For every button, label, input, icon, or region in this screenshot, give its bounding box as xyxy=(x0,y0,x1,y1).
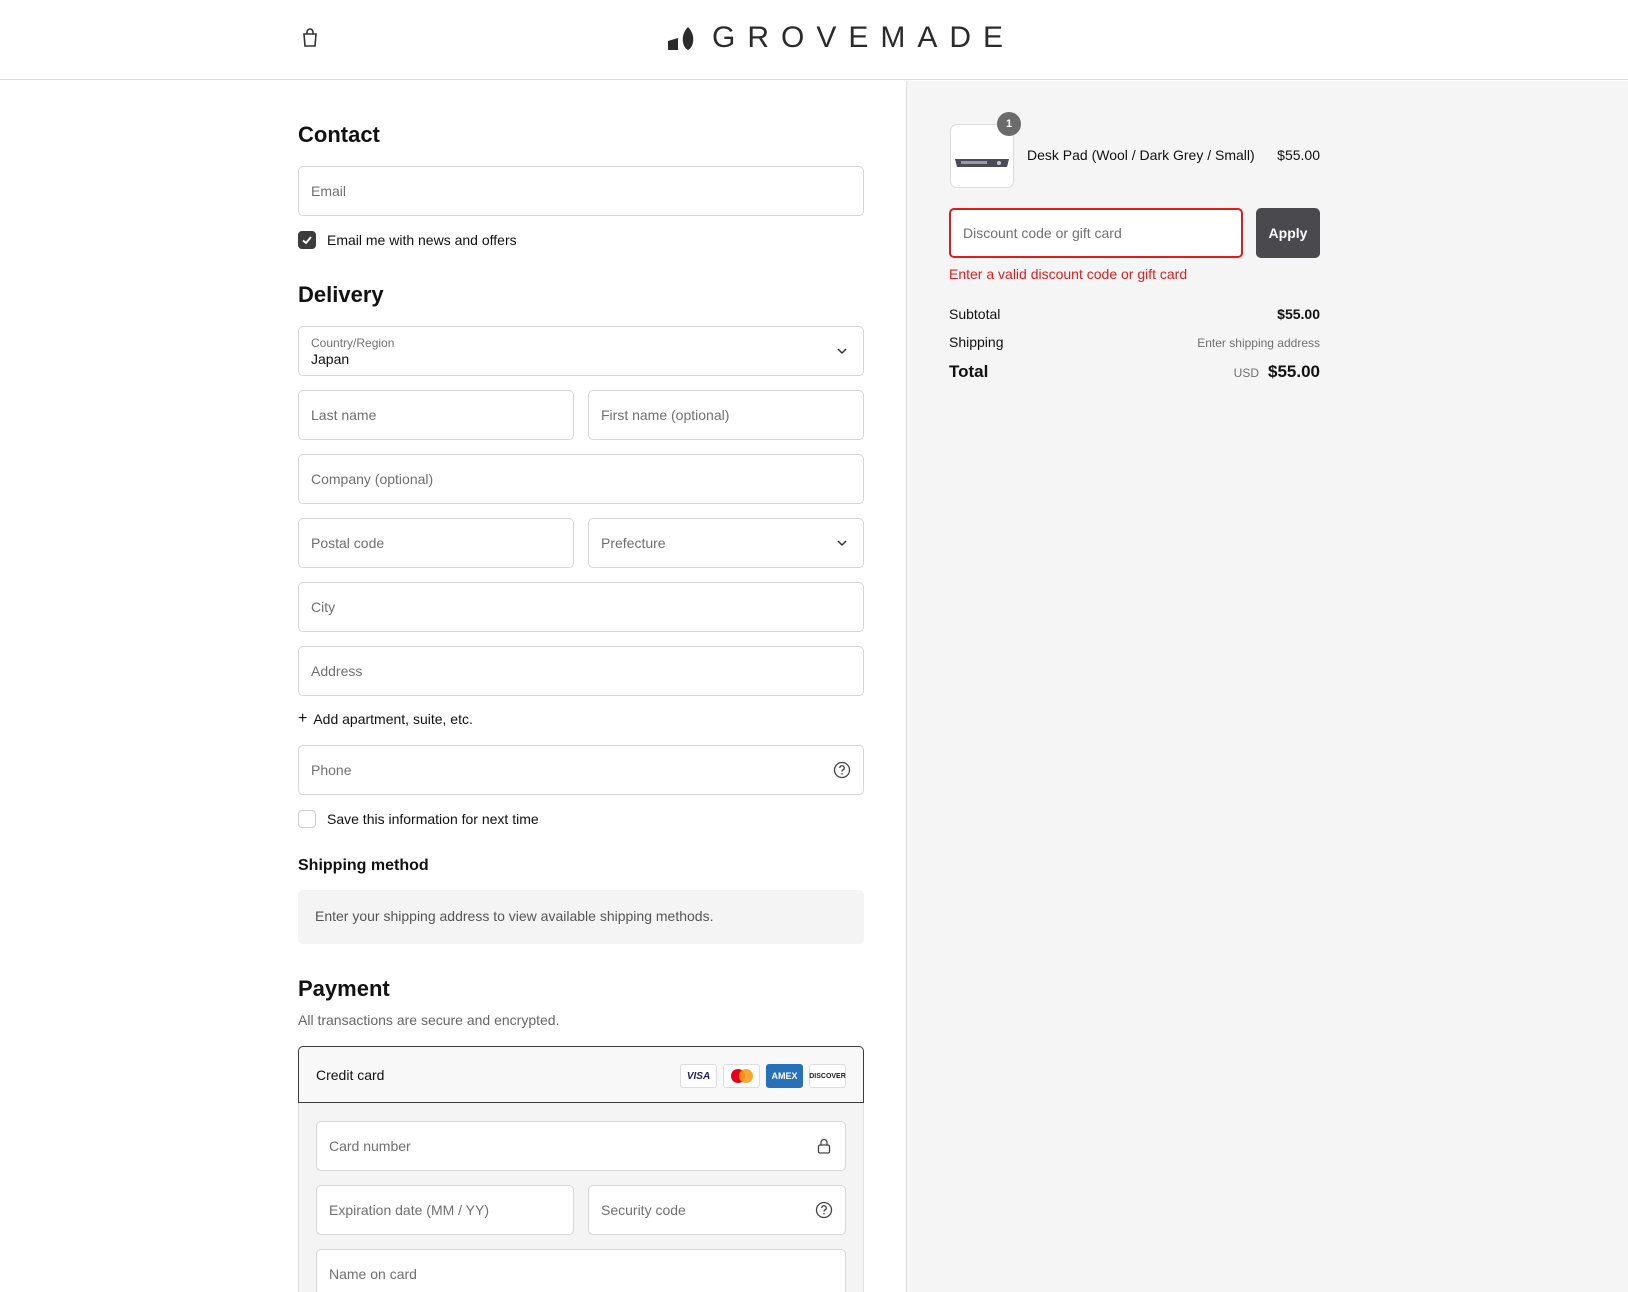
postal-code-field[interactable]: Postal code xyxy=(298,518,574,568)
total-row: Total USD $55.00 xyxy=(949,362,1320,382)
payment-subtitle: All transactions are secure and encrypte… xyxy=(298,1012,560,1028)
name-on-card-placeholder: Name on card xyxy=(329,1266,417,1282)
order-summary-panel xyxy=(906,81,1628,1292)
discover-icon: DISCOVER xyxy=(809,1064,846,1088)
total-label: Total xyxy=(949,362,989,381)
expiration-field[interactable]: Expiration date (MM / YY) xyxy=(316,1185,574,1235)
header: GROVEMADE xyxy=(0,0,1628,80)
delivery-title: Delivery xyxy=(298,282,384,307)
amex-icon: AMEX xyxy=(766,1064,803,1088)
postal-code-placeholder: Postal code xyxy=(311,535,385,551)
last-name-field[interactable]: Last name xyxy=(298,390,574,440)
shopping-bag-icon[interactable] xyxy=(298,26,322,50)
subtotal-value: $55.00 xyxy=(1277,306,1320,322)
brand-logo[interactable]: GROVEMADE xyxy=(666,20,1015,56)
prefecture-select[interactable]: Prefecture xyxy=(588,518,864,568)
card-brands: VISA AMEX DISCOVER xyxy=(680,1064,846,1088)
subtotal-label: Subtotal xyxy=(949,306,1001,322)
first-name-placeholder: First name (optional) xyxy=(601,407,730,423)
city-field[interactable]: City xyxy=(298,582,864,632)
chevron-down-icon xyxy=(833,534,851,552)
help-circle-icon[interactable] xyxy=(815,1201,833,1219)
add-apartment-link[interactable]: + Add apartment, suite, etc. xyxy=(298,710,473,728)
country-value: Japan xyxy=(311,351,350,367)
address-field[interactable]: Address xyxy=(298,646,864,696)
card-number-placeholder: Card number xyxy=(329,1138,411,1154)
credit-card-option[interactable]: Credit card VISA AMEX DISCOVER xyxy=(298,1046,864,1103)
company-placeholder: Company (optional) xyxy=(311,471,434,487)
visa-icon: VISA xyxy=(680,1064,717,1088)
mastercard-icon xyxy=(723,1064,760,1088)
shipping-label: Shipping xyxy=(949,334,1004,350)
shipping-row: Shipping Enter shipping address xyxy=(949,334,1320,350)
checkmark-icon xyxy=(302,236,312,245)
lock-icon xyxy=(815,1137,833,1155)
shipping-value: Enter shipping address xyxy=(1197,336,1320,350)
leaf-logo-icon xyxy=(668,27,694,50)
discount-error-message: Enter a valid discount code or gift card xyxy=(949,266,1188,282)
quantity-badge: 1 xyxy=(997,112,1021,136)
security-code-field[interactable]: Security code xyxy=(588,1185,846,1235)
address-placeholder: Address xyxy=(311,663,363,679)
apply-discount-button[interactable]: Apply xyxy=(1256,208,1320,258)
save-info-checkbox-row[interactable]: Save this information for next time xyxy=(298,810,539,828)
credit-card-form: Card number Expiration date (MM / YY) Se… xyxy=(298,1103,864,1292)
card-number-field[interactable]: Card number xyxy=(316,1121,846,1171)
shipping-notice-text: Enter your shipping address to view avai… xyxy=(315,908,714,924)
help-circle-icon[interactable] xyxy=(833,761,851,779)
expiration-placeholder: Expiration date (MM / YY) xyxy=(329,1202,490,1218)
brand-name: GROVEMADE xyxy=(712,21,1016,54)
last-name-placeholder: Last name xyxy=(311,407,377,423)
save-info-checkbox[interactable] xyxy=(298,810,316,828)
name-on-card-field[interactable]: Name on card xyxy=(316,1249,846,1292)
country-select[interactable]: Country/Region Japan xyxy=(298,326,864,376)
security-code-placeholder: Security code xyxy=(601,1202,686,1218)
save-info-label: Save this information for next time xyxy=(327,811,539,827)
email-field[interactable]: Email xyxy=(298,166,864,216)
product-price: $55.00 xyxy=(1277,147,1320,163)
news-checkbox-row[interactable]: Email me with news and offers xyxy=(298,231,517,249)
shipping-method-notice: Enter your shipping address to view avai… xyxy=(298,890,864,944)
contact-title: Contact xyxy=(298,122,380,147)
email-placeholder: Email xyxy=(311,183,347,199)
phone-field[interactable]: Phone xyxy=(298,745,864,795)
chevron-down-icon xyxy=(833,342,851,360)
total-value: $55.00 xyxy=(1268,362,1320,381)
subtotal-row: Subtotal $55.00 xyxy=(949,306,1320,322)
country-label: Country/Region xyxy=(311,336,395,350)
prefecture-placeholder: Prefecture xyxy=(601,535,666,551)
company-field[interactable]: Company (optional) xyxy=(298,454,864,504)
discount-placeholder: Discount code or gift card xyxy=(963,225,1122,241)
discount-code-input[interactable]: Discount code or gift card xyxy=(949,208,1243,258)
payment-title: Payment xyxy=(298,976,390,1001)
plus-icon: + xyxy=(298,710,308,727)
credit-card-label: Credit card xyxy=(316,1067,385,1083)
phone-placeholder: Phone xyxy=(311,762,352,778)
total-amount: USD $55.00 xyxy=(1234,362,1320,382)
add-apartment-label: Add apartment, suite, etc. xyxy=(313,711,473,727)
city-placeholder: City xyxy=(311,599,336,615)
total-currency: USD xyxy=(1233,366,1259,380)
news-checkbox[interactable] xyxy=(298,231,316,249)
shipping-method-title: Shipping method xyxy=(298,857,429,874)
first-name-field[interactable]: First name (optional) xyxy=(588,390,864,440)
news-label: Email me with news and offers xyxy=(327,232,517,248)
product-name: Desk Pad (Wool / Dark Grey / Small) xyxy=(1027,147,1255,163)
